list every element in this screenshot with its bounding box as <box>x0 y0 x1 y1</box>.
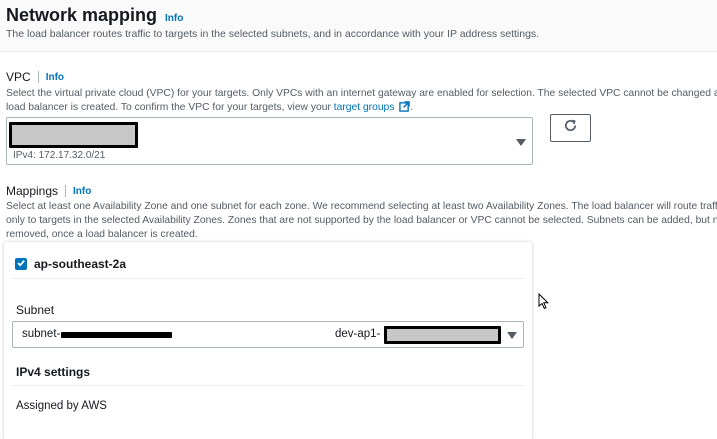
vpc-description-period: . <box>410 102 414 113</box>
vpc-label-row: VPC Info <box>6 70 64 84</box>
vpc-description-text: load balancer is created. To confirm the… <box>6 102 334 113</box>
caret-down-icon[interactable] <box>516 139 526 146</box>
subnet-label: Subnet <box>16 303 55 317</box>
vpc-cidr-sublabel: IPv4: 172.17.32.0/21 <box>13 150 106 161</box>
mappings-description-line1: Select at least one Availability Zone an… <box>6 201 717 212</box>
vpc-description-line2: load balancer is created. To confirm the… <box>6 100 413 117</box>
vpc-description-line1: Select the virtual private cloud (VPC) f… <box>6 88 717 99</box>
mappings-description-line3: removed, once a load balancer is created… <box>6 229 198 240</box>
network-mapping-info-link[interactable]: Info <box>165 13 183 24</box>
ipv4-divider <box>12 385 524 386</box>
label-divider <box>65 185 67 197</box>
zone-name-label[interactable]: ap-southeast-2a <box>34 257 126 271</box>
caret-down-icon[interactable] <box>507 332 517 339</box>
redacted-subnet-id <box>61 332 172 338</box>
redacted-vpc-name <box>9 122 138 148</box>
vpc-info-link[interactable]: Info <box>46 72 64 83</box>
zone-checkbox[interactable] <box>15 258 27 270</box>
mouse-cursor-icon <box>538 292 550 315</box>
mappings-description-line2: only to targets in the selected Availabi… <box>6 215 717 226</box>
refresh-icon <box>563 118 578 138</box>
redacted-subnet-name <box>384 326 501 344</box>
checkmark-icon <box>16 255 26 273</box>
subnet-select[interactable]: subnet- dev-ap1- <box>12 321 524 348</box>
ipv4-settings-heading: IPv4 settings <box>16 365 91 379</box>
label-divider <box>37 71 39 83</box>
external-link-icon[interactable] <box>399 101 411 117</box>
mappings-label-row: Mappings Info <box>6 184 91 198</box>
network-mapping-title: Network mapping <box>6 5 158 25</box>
ipv4-assignment-value: Assigned by AWS <box>16 400 107 412</box>
mappings-info-link[interactable]: Info <box>73 186 91 197</box>
subnet-name-prefix: dev-ap1- <box>335 328 381 340</box>
network-mapping-title-row: Network mapping Info <box>6 5 183 26</box>
vpc-select[interactable]: IPv4: 172.17.32.0/21 <box>6 117 533 165</box>
target-groups-link[interactable]: target groups <box>334 102 395 113</box>
subnet-id-prefix: subnet- <box>22 328 61 340</box>
network-mapping-description: The load balancer routes traffic to targ… <box>6 28 540 40</box>
vpc-label: VPC <box>6 70 31 84</box>
zone-divider <box>12 278 524 279</box>
mappings-label: Mappings <box>6 184 59 198</box>
refresh-vpcs-button[interactable] <box>550 114 591 142</box>
